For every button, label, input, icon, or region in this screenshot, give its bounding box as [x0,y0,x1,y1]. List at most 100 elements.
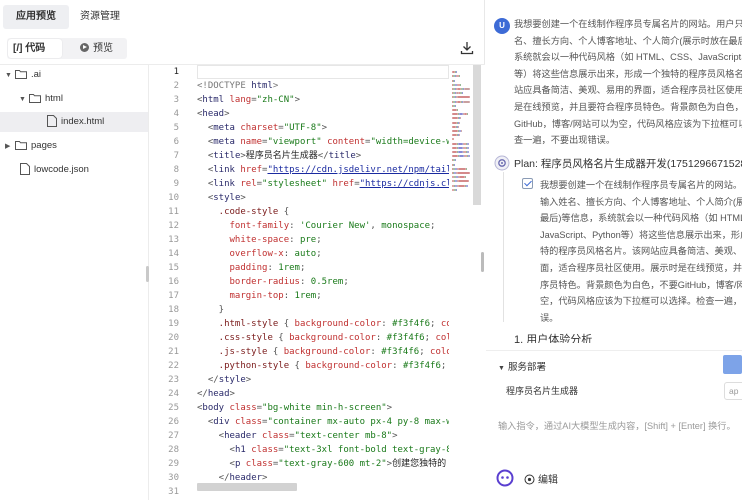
plan-timeline-line [503,172,504,322]
plan-task-text: 我想要创建一个在线制作程序员专属名片的网站。用 输入姓名、擅长方向、个人博客地址、… [540,177,742,326]
tree-item-index-html[interactable]: index.html [0,112,148,132]
tree-item-lowcode-json[interactable]: lowcode.json [20,160,145,180]
minimap-line [454,163,455,166]
chat-input[interactable]: 输入指令，通过AI大模型生成内容，[Shift] + [Enter] 换行。 [486,410,742,460]
minimap-line [452,138,454,141]
line-number: 8 [173,165,179,175]
line-number: 25 [168,403,179,413]
download-icon[interactable] [460,41,474,55]
message-line: 面，适合程序员社区使用。展示时是在线预览，并且 [540,262,742,273]
line-number: 27 [168,431,179,441]
tree-item-label: index.html [61,116,105,127]
collapse-triangle-icon: ▼ [498,365,505,372]
folder-icon [15,70,27,80]
minimap-line [455,104,456,107]
play-icon [80,43,89,52]
preview-view-button[interactable]: 预览 [80,39,126,58]
code-line: <header class="text-center mb-8"> [197,431,398,441]
minimap[interactable] [450,65,472,205]
line-number: 6 [173,137,179,147]
section-heading: 1. 用户体验分析 [514,334,593,343]
code-line: .python-style { background-color: #f3f4f… [197,361,447,371]
composer-toolbar: 编辑 [486,465,742,495]
plan-icon [494,155,510,171]
message-line: 我想要创建一个在线制作程序员专属名片的网站。用 [540,180,742,190]
message-line: GitHub，博客/网站可以为空，代码风格应该为下拉框可以 [514,118,742,129]
line-number: 4 [173,109,179,119]
ai-assistant-icon[interactable] [496,469,514,487]
minimap-line [457,109,458,111]
code-line: <body class="bg-white min-h-screen"> [197,403,393,413]
message-line: 序员特色。背景颜色为白色，不要GitHub，博客/网 [540,279,742,290]
deploy-app-input[interactable]: ap [724,382,742,400]
chat-panel: U 我想要创建一个在线制作程序员专属名片的网站。用户只需 名、擅长方向、个人博客地… [486,0,742,500]
tree-item-label: lowcode.json [34,164,89,175]
tree-item-label: .ai [31,69,42,80]
line-number: 13 [168,235,179,245]
message-line: 空，代码风格应该为下拉框可以选择。检查一遍，不 [540,296,742,307]
collapse-caret-icon: ▶ [5,143,11,150]
line-number: 16 [168,277,179,287]
message-line: 站应具备简洁、美观、易用的界面，适合程序员社区使用。 [514,85,742,96]
code-view-button[interactable]: [/] 代码 [8,39,62,58]
file-tree: ▼ .ai ▼ html index.html ▶ pages lowcode.jso… [0,65,148,500]
code-line: <link href="https://cdn.jsdelivr.net/npm… [197,165,449,175]
line-number: 10 [168,193,179,203]
line-number: 15 [168,263,179,273]
minimap-line [460,83,461,86]
line-number: 9 [173,179,179,189]
code-line: border-radius: 0.5rem; [197,277,349,287]
minimap-line [455,159,456,162]
deploy-title-label: 服务部署 [507,362,546,373]
tab-app-preview[interactable]: 应用预览 [3,5,69,29]
horizontal-scrollbar[interactable] [197,483,297,491]
message-line: 是在线预览，并且要符合程序员特色。背景颜色为白色，不 [514,101,742,112]
minimap-line [458,125,459,128]
code-line: .html-style { background-color: #f3f4f6;… [197,319,449,329]
task-checkbox[interactable] [522,178,533,189]
line-number: 31 [168,487,179,497]
minimap-line [459,75,460,78]
pane-resize-handle[interactable] [481,252,484,272]
line-number: 30 [168,473,179,483]
code-line: <head> [197,109,230,119]
vertical-scrollbar[interactable] [473,65,481,205]
line-number: 19 [168,319,179,329]
code-line: <h1 class="text-3xl font-bold text-gray-… [197,445,450,455]
view-switch: [/] 代码 预览 [7,38,127,59]
deploy-toggle[interactable]: ▼ 服务部署 [498,359,546,373]
minimap-line [468,155,470,158]
message-line: 系统就会以一种代码风格（如 HTML、CSS、JavaScript、 [514,52,742,63]
minimap-line [467,113,468,116]
minimap-line [463,100,470,103]
tree-item-html-folder[interactable]: ▼ html [19,89,144,109]
minimap-line [467,146,469,149]
code-line: .code-style { [197,207,290,217]
code-line: .js-style { background-color: #f3f4f6; c… [197,347,449,357]
code-line: <style> [197,193,246,203]
code-text-area[interactable]: <!DOCTYPE html> <html lang="zh-CN"> <head>… [197,65,449,500]
message-line: 我想要创建一个在线制作程序员专属名片的网站。用户只需 [514,19,742,29]
code-workspace: 应用预览 资源管理 [/] 代码 预览 ▼ .ai ▼ html index.htm… [0,0,485,500]
edit-button[interactable]: 编辑 [524,471,558,486]
message-line: 等）将这些信息展示出来，形成一个独特的程序员风格名片 [514,68,742,79]
message-line: 名、擅长方向、个人博客地址、个人简介(展示时放在最后 [514,35,742,46]
line-number: 20 [168,333,179,343]
code-editor[interactable]: 1 2 3 4 5 6 7 8 9 10 11 12 13 14 15 16 17 18 19 20 21 22 23 24 2… [149,65,485,500]
message-line: 最后)等信息，系统就会以一种代码风格（如 HTML、 [540,213,742,224]
code-line: } [197,305,225,315]
line-number: 14 [168,249,179,259]
line-number: 2 [173,81,179,91]
minimap-line [460,117,461,120]
code-line: <title>程序员名片生成器</title> [197,151,362,161]
code-line: <!DOCTYPE html> [197,81,279,91]
tab-resource-management[interactable]: 资源管理 [67,5,133,29]
tree-item-ai-folder[interactable]: ▼ .ai [5,65,145,85]
code-line: <div class="container mx-auto px-4 py-8 … [197,417,449,427]
tree-item-pages-folder[interactable]: ▶ pages [5,136,145,156]
line-number: 17 [168,291,179,301]
message-line: 误。 [540,312,559,323]
message-line: 输入姓名、擅长方向、个人博客地址、个人简介(展示 [540,196,742,207]
deploy-action-button[interactable] [723,355,742,374]
code-line: <html lang="zh-CN"> [197,95,300,105]
